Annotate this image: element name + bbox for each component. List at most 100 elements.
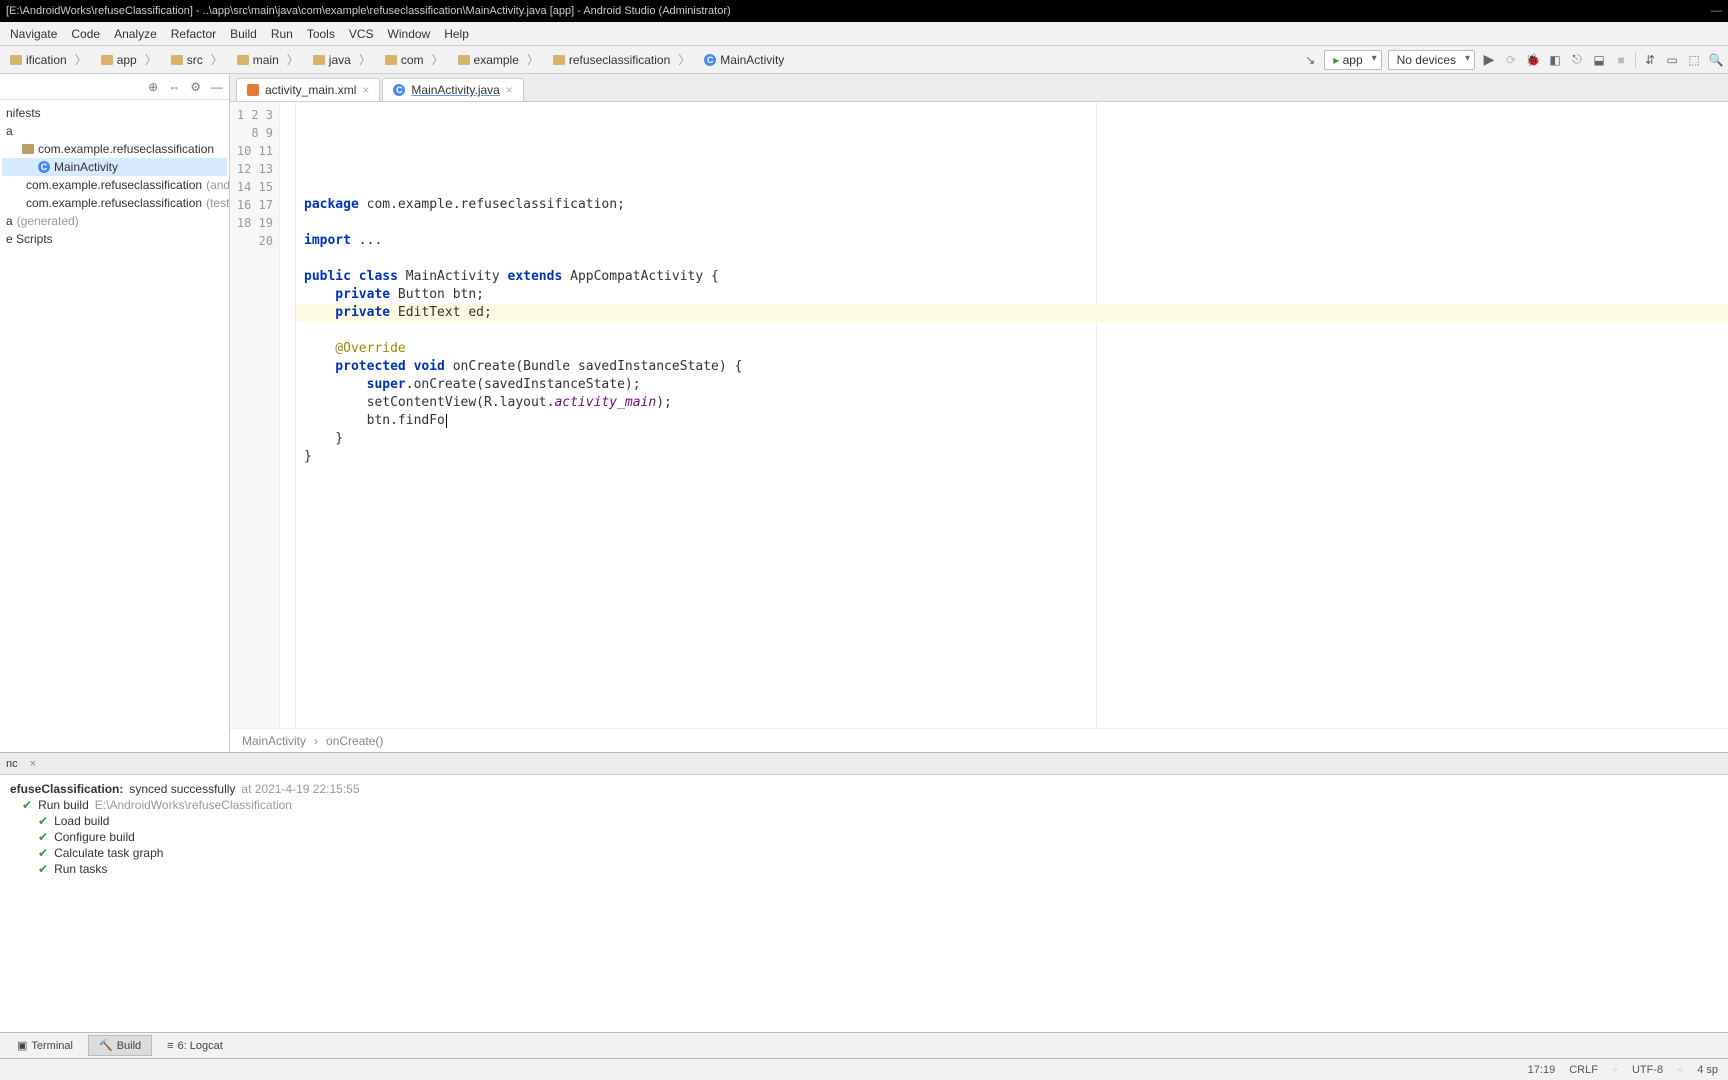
gutter: 1 2 3 8 9 10 11 12 13 14 15 16 17 18 19 …: [230, 102, 280, 728]
app-title: [E:\AndroidWorks\refuseClassification] -…: [6, 5, 731, 17]
profile-icon[interactable]: ◧: [1547, 52, 1563, 68]
menu-navigate[interactable]: Navigate: [4, 25, 63, 43]
folder-icon: [385, 55, 397, 65]
folder-icon: [237, 55, 249, 65]
debug-icon[interactable]: 🐞: [1525, 52, 1541, 68]
tree-node[interactable]: com.example.refuseclassification (androi…: [2, 176, 227, 194]
tree-node[interactable]: e Scripts: [2, 230, 227, 248]
device-dropdown[interactable]: No devices: [1388, 50, 1475, 70]
folder-icon: [101, 55, 113, 65]
apply-changes-icon[interactable]: ⟳: [1503, 52, 1519, 68]
minimize-icon[interactable]: —: [1711, 5, 1722, 17]
class-icon: C: [393, 84, 405, 96]
close-icon[interactable]: ×: [30, 758, 36, 770]
toolwindow-icon: 🔨: [99, 1039, 113, 1052]
project-toolbar: ⊕ ⇔ ⚙ —: [0, 74, 229, 100]
menu-analyze[interactable]: Analyze: [108, 25, 163, 43]
project-pane: ⊕ ⇔ ⚙ — nifestsacom.example.refuseclassi…: [0, 74, 230, 752]
breadcrumb-app[interactable]: app: [95, 49, 165, 70]
menu-window[interactable]: Window: [382, 25, 437, 43]
breadcrumb-example[interactable]: example: [452, 49, 547, 70]
hide-icon[interactable]: —: [211, 80, 223, 94]
toolwindow-logcat[interactable]: ≡6: Logcat: [156, 1036, 234, 1056]
avd-icon[interactable]: ▭: [1664, 52, 1680, 68]
folder-icon: [171, 55, 183, 65]
line-ending[interactable]: CRLF: [1569, 1064, 1598, 1076]
editor-tab[interactable]: activity_main.xml×: [236, 78, 380, 101]
editor: activity_main.xml×CMainActivity.java× 1 …: [230, 74, 1728, 752]
check-icon: ✔: [38, 846, 48, 860]
tab-close-icon[interactable]: ×: [362, 83, 369, 97]
encoding[interactable]: UTF-8: [1632, 1064, 1663, 1076]
back-icon[interactable]: ↘: [1302, 52, 1318, 68]
gear-icon[interactable]: ⚙: [190, 80, 201, 94]
toolwindow-build[interactable]: 🔨Build: [88, 1035, 152, 1056]
fold-column[interactable]: [280, 102, 296, 728]
menu-refactor[interactable]: Refactor: [165, 25, 222, 43]
attach-icon[interactable]: ⎋: [1569, 52, 1585, 68]
breadcrumb-ification[interactable]: ification: [4, 49, 95, 70]
code[interactable]: package com.example.refuseclassification…: [296, 102, 1728, 728]
text-caret: [446, 414, 447, 428]
nav-toolbar: ificationappsrcmainjavacomexamplerefusec…: [0, 46, 1728, 74]
project-tree[interactable]: nifestsacom.example.refuseclassification…: [0, 100, 229, 252]
tree-node[interactable]: nifests: [2, 104, 227, 122]
stop-icon[interactable]: ■: [1613, 52, 1629, 68]
run-icon[interactable]: ▶: [1481, 52, 1497, 68]
build-tab[interactable]: nc: [6, 758, 18, 770]
menu-tools[interactable]: Tools: [301, 25, 341, 43]
collapse-icon[interactable]: ⇔: [168, 80, 180, 94]
tree-node[interactable]: a (generated): [2, 212, 227, 230]
breadcrumb-refuseclassification[interactable]: refuseclassification: [547, 49, 698, 70]
breadcrumb-MainActivity[interactable]: CMainActivity: [698, 51, 800, 69]
menu-run[interactable]: Run: [265, 25, 299, 43]
breadcrumb-java[interactable]: java: [307, 49, 379, 70]
folder-icon: [10, 55, 22, 65]
menu-build[interactable]: Build: [224, 25, 263, 43]
check-icon: ✔: [22, 798, 32, 812]
breadcrumb-main[interactable]: main: [231, 49, 307, 70]
caret-position[interactable]: 17:19: [1528, 1064, 1556, 1076]
status-bar: 17:19 CRLF ÷ UTF-8 ÷ 4 sp: [0, 1058, 1728, 1080]
breadcrumb-src[interactable]: src: [165, 49, 231, 70]
editor-tab[interactable]: CMainActivity.java×: [382, 78, 524, 101]
sdk-icon[interactable]: ⬚: [1686, 52, 1702, 68]
breadcrumb-com[interactable]: com: [379, 49, 452, 70]
search-icon[interactable]: 🔍: [1708, 52, 1724, 68]
title-bar: [E:\AndroidWorks\refuseClassification] -…: [0, 0, 1728, 22]
tree-node[interactable]: com.example.refuseclassification: [2, 140, 227, 158]
tree-node[interactable]: com.example.refuseclassification (test): [2, 194, 227, 212]
build-panel-tabs: nc ×: [0, 753, 1728, 775]
check-icon: ✔: [38, 862, 48, 876]
folder-icon: [313, 55, 325, 65]
check-icon: ✔: [38, 814, 48, 828]
code-area[interactable]: 1 2 3 8 9 10 11 12 13 14 15 16 17 18 19 …: [230, 102, 1728, 728]
menu-bar: NavigateCodeAnalyzeRefactorBuildRunTools…: [0, 22, 1728, 46]
run-config-dropdown[interactable]: ▸ app: [1324, 50, 1381, 70]
folder-icon: [458, 55, 470, 65]
indent[interactable]: 4 sp: [1697, 1064, 1718, 1076]
tree-node[interactable]: CMainActivity: [2, 158, 227, 176]
toolwindow-icon: ≡: [167, 1040, 173, 1052]
tab-close-icon[interactable]: ×: [506, 83, 513, 97]
tree-node[interactable]: a: [2, 122, 227, 140]
folder-icon: [553, 55, 565, 65]
target-icon[interactable]: ⊕: [148, 80, 158, 94]
menu-vcs[interactable]: VCS: [343, 25, 380, 43]
build-panel: nc × efuseClassification: synced success…: [0, 752, 1728, 1032]
check-icon: ✔: [38, 830, 48, 844]
package-icon: [22, 144, 34, 154]
build-output[interactable]: efuseClassification: synced successfully…: [0, 775, 1728, 1032]
bottom-tool-bar: ▣Terminal🔨Build≡6: Logcat: [0, 1032, 1728, 1058]
toolwindow-terminal[interactable]: ▣Terminal: [6, 1035, 84, 1056]
editor-breadcrumb[interactable]: MainActivity›onCreate(): [230, 728, 1728, 752]
sync-icon[interactable]: ⇵: [1642, 52, 1658, 68]
xml-icon: [247, 84, 259, 96]
main-split: ⊕ ⇔ ⚙ — nifestsacom.example.refuseclassi…: [0, 74, 1728, 752]
toolwindow-icon: ▣: [17, 1039, 27, 1052]
class-icon: C: [38, 161, 50, 173]
menu-code[interactable]: Code: [65, 25, 106, 43]
menu-help[interactable]: Help: [438, 25, 475, 43]
class-icon: C: [704, 54, 716, 66]
coverage-icon[interactable]: ⬓: [1591, 52, 1607, 68]
